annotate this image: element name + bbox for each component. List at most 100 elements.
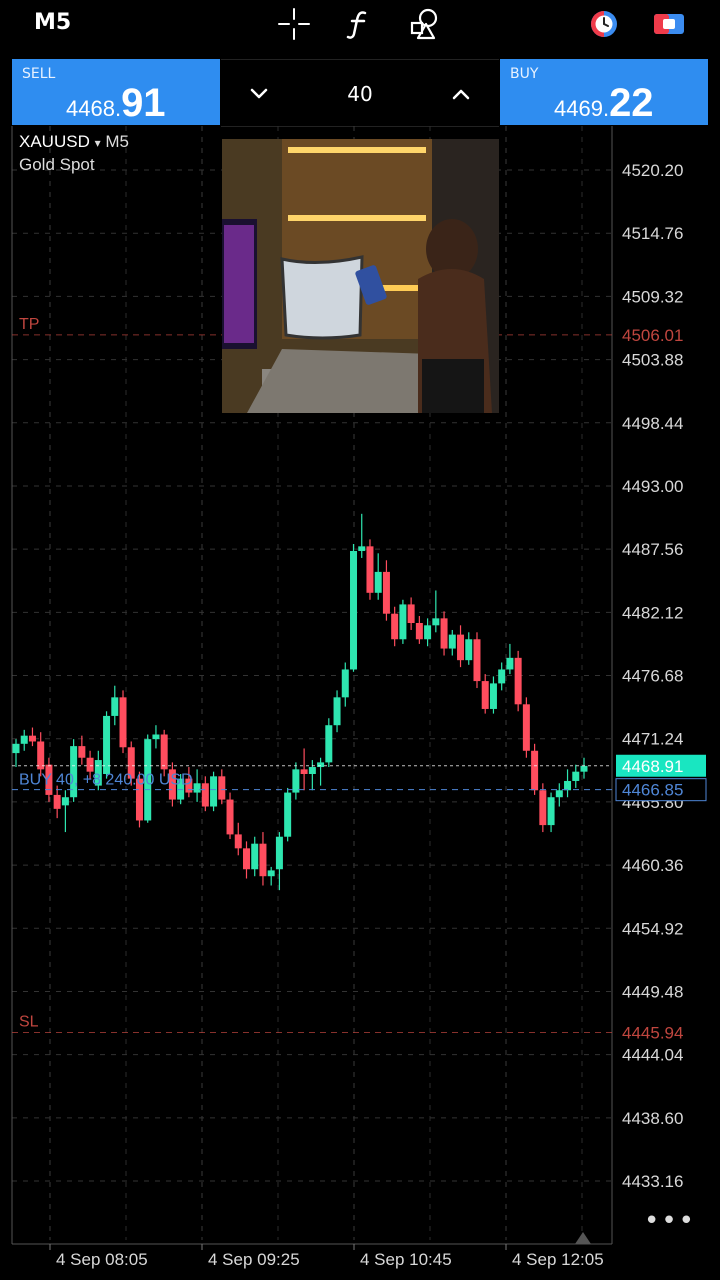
symbol-name: XAUUSD ▾ M5 (19, 132, 129, 151)
candle-body (465, 639, 473, 661)
clock-icon[interactable] (586, 6, 622, 42)
volume-increase-icon[interactable] (447, 80, 475, 108)
candle-body (308, 767, 316, 774)
candle-body (20, 735, 28, 744)
crosshair-icon[interactable] (276, 6, 312, 42)
price-axis-label: 4454.92 (622, 919, 683, 938)
candle-body (242, 848, 250, 870)
candle-body (284, 792, 292, 837)
candle-body (341, 669, 349, 698)
price-axis-label: 4438.60 (622, 1109, 683, 1128)
price-axis-label: 4493.00 (622, 477, 683, 496)
buy-button[interactable]: BUY 4469.22 (500, 59, 708, 125)
candle-body (564, 780, 572, 791)
function-icon[interactable] (341, 6, 377, 42)
price-axis-label: 4433.16 (622, 1172, 683, 1191)
timeframe-selector[interactable]: M5 (34, 10, 71, 35)
position-price: 4466.85 (622, 781, 683, 800)
position-label: BUY 40, +8 240.00 USD (19, 772, 193, 789)
candle-body (382, 571, 390, 614)
candle-body (432, 618, 440, 626)
candle-body (555, 790, 563, 798)
candle-body (539, 790, 547, 826)
candle-body (53, 794, 61, 809)
trade-icon[interactable] (651, 6, 687, 42)
candle-body (522, 704, 530, 751)
price-axis-label: 4509.32 (622, 287, 683, 306)
level-label-tp: TP (19, 316, 39, 333)
price-axis-label: 4460.36 (622, 856, 683, 875)
sell-price: 4468.91 (66, 81, 166, 125)
candle-body (201, 783, 209, 807)
current-price-value: 4468.91 (622, 757, 683, 776)
candle-body (514, 657, 522, 705)
candle-body (317, 762, 325, 768)
candle-body (374, 571, 382, 593)
price-axis-label: 4520.20 (622, 161, 683, 180)
price-axis-label: 4514.76 (622, 224, 683, 243)
candle-body (481, 681, 489, 709)
candle-body (86, 757, 94, 772)
time-axis-label: 4 Sep 09:25 (208, 1250, 300, 1269)
candle-body (152, 734, 160, 740)
candle-body (547, 797, 555, 826)
price-axis-label: 4482.12 (622, 603, 683, 622)
sell-button[interactable]: SELL 4468.91 (12, 59, 220, 125)
price-axis-label: 4471.24 (622, 730, 683, 749)
candle-body (251, 843, 259, 870)
candle-body (193, 783, 201, 793)
level-price-tp: 4506.01 (622, 326, 683, 345)
candle-body (473, 639, 481, 682)
candle-body (498, 669, 506, 684)
price-axis-label: 4444.04 (622, 1046, 683, 1065)
time-axis-label: 4 Sep 08:05 (56, 1250, 148, 1269)
candle-body (572, 771, 580, 781)
candle-body (391, 613, 399, 640)
candle-body (350, 550, 358, 670)
symbol-description: Gold Spot (19, 155, 95, 174)
buy-price: 4469.22 (554, 81, 654, 125)
candle-body (325, 725, 333, 763)
candle-body (210, 776, 218, 807)
overlay-photo (222, 139, 499, 413)
candle-body (300, 769, 308, 774)
candle-body (259, 843, 267, 877)
candle-body (12, 743, 20, 754)
level-label-sl: SL (19, 1014, 39, 1031)
time-axis-label: 4 Sep 10:45 (360, 1250, 452, 1269)
candle-body (275, 836, 283, 870)
candle-body (111, 697, 119, 716)
candle-body (160, 734, 168, 770)
objects-icon[interactable] (408, 6, 444, 42)
candle-body (457, 634, 465, 661)
candle-body (489, 683, 497, 709)
candle-body (580, 765, 588, 772)
sell-label: SELL (22, 66, 56, 82)
candle-body (218, 776, 226, 800)
candle-body (333, 697, 341, 726)
candle-body (358, 546, 366, 551)
level-price-sl: 4445.94 (622, 1024, 683, 1043)
candle-body (292, 769, 300, 793)
buy-label: BUY (510, 66, 539, 82)
candle-body (119, 697, 127, 748)
candle-body (28, 735, 36, 742)
price-axis-label: 4487.56 (622, 540, 683, 559)
candle-body (399, 604, 407, 640)
candle-body (448, 634, 456, 649)
candle-body (37, 741, 45, 770)
volume-control: 40 (221, 59, 499, 127)
candle-body (78, 746, 86, 758)
more-options-icon[interactable]: ••• (644, 1206, 696, 1236)
candle-body (506, 657, 514, 670)
price-axis-label: 4476.68 (622, 667, 683, 686)
candle-body (61, 797, 69, 806)
candle-body (415, 622, 423, 640)
top-toolbar: M5 (0, 0, 720, 50)
chart-shift-marker (575, 1232, 591, 1244)
price-axis-label: 4503.88 (622, 351, 683, 370)
candle-body (366, 546, 374, 593)
candle-body (234, 834, 242, 849)
time-axis-label: 4 Sep 12:05 (512, 1250, 604, 1269)
candle-body (407, 604, 415, 623)
